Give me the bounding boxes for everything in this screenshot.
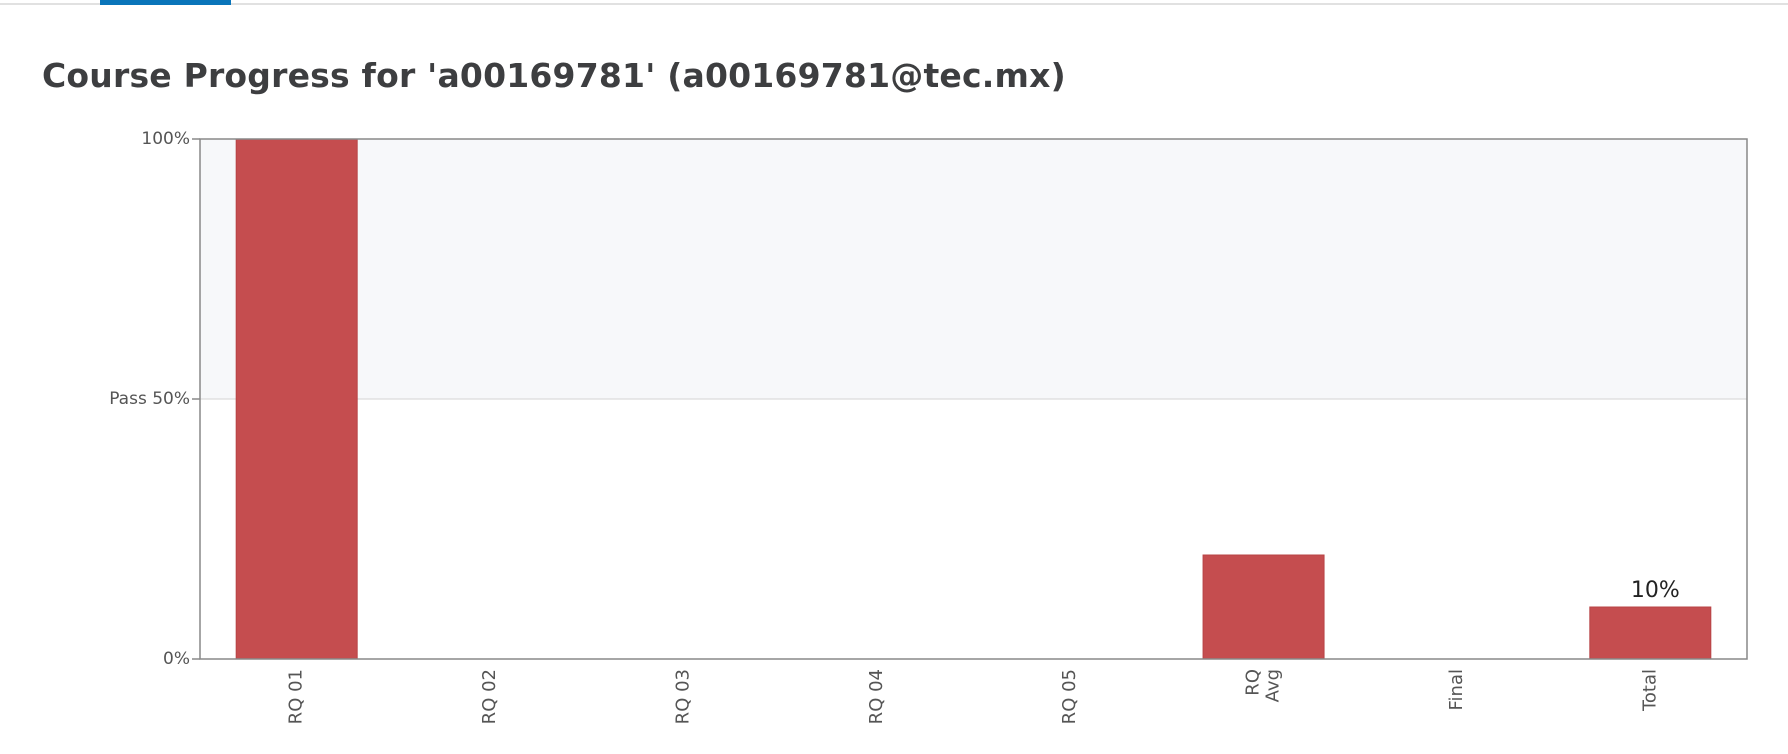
y-axis-ticks: 100% Pass 50% 0%: [109, 129, 200, 669]
x-axis-labels: RQ 01 RQ 02 RQ 03 RQ 04 RQ 05 RQ Avg Final Total: [286, 669, 1661, 724]
x-tick-label-line: RQ: [1243, 669, 1264, 696]
progress-chart: 100% Pass 50% 0% RQ 01 RQ 02 RQ 03 RQ 04 RQ 05…: [109, 129, 1748, 724]
x-tick-label: RQ 01: [286, 669, 307, 724]
x-tick-label-line: RQ 02: [479, 669, 500, 724]
data-label: 10%: [1631, 578, 1680, 603]
y-tick-label: Pass 50%: [109, 389, 190, 409]
x-tick-label-line: RQ 04: [866, 669, 887, 724]
x-tick-label-line: RQ 05: [1059, 669, 1080, 724]
plot-background: [200, 139, 1747, 399]
x-tick-label: RQ Avg: [1243, 669, 1284, 702]
y-tick-label: 100%: [141, 129, 190, 149]
x-tick-label-line: Avg: [1263, 669, 1284, 702]
x-tick-label: RQ 03: [672, 669, 693, 724]
bar: [1589, 606, 1712, 660]
x-tick-label: Total: [1639, 669, 1660, 712]
y-tick-label: 0%: [163, 649, 190, 669]
bar: [235, 138, 358, 660]
bar: [1202, 554, 1325, 660]
data-labels: 10%: [1631, 578, 1680, 603]
x-tick-label-line: Final: [1446, 669, 1467, 710]
x-tick-label-line: Total: [1639, 669, 1660, 712]
x-tick-label: Final: [1446, 669, 1467, 710]
x-tick-label: RQ 02: [479, 669, 500, 724]
x-tick-label: RQ 04: [866, 669, 887, 724]
x-tick-label-line: RQ 01: [286, 669, 307, 724]
x-tick-label: RQ 05: [1059, 669, 1080, 724]
x-tick-label-line: RQ 03: [672, 669, 693, 724]
pass-band: [200, 139, 1747, 399]
